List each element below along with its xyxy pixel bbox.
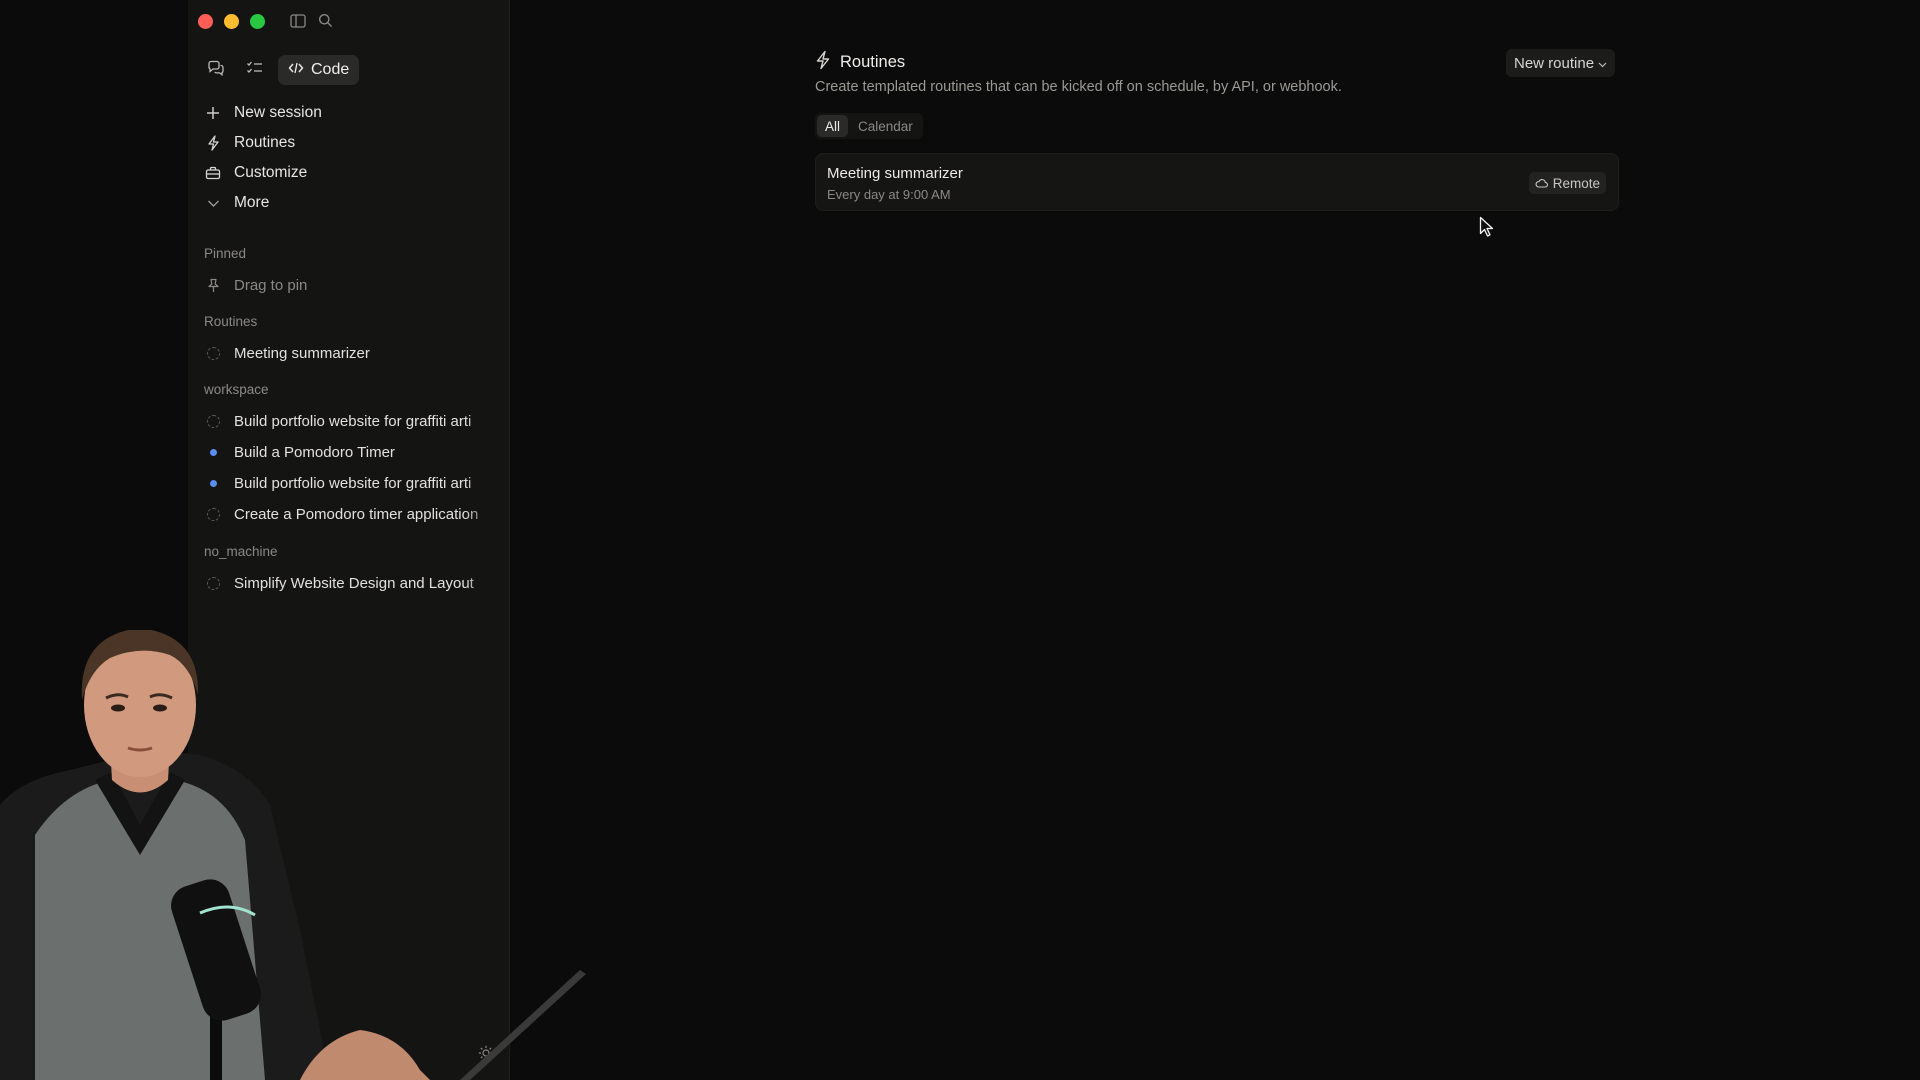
nav-customize[interactable]: Customize [204,158,504,188]
mode-switcher: Code [202,55,360,85]
new-routine-button[interactable]: New routine [1506,49,1616,77]
chat-mode-button[interactable] [202,56,230,84]
nav-item-label: More [234,194,270,211]
window-controls [198,14,265,29]
nav-item-label: Customize [234,164,308,181]
cloud-icon [1535,176,1548,191]
nav-new-session[interactable]: New session [204,98,504,128]
page-subtitle: Create templated routines that can be ki… [815,79,1342,95]
chevron-down-icon [204,199,222,208]
session-item[interactable]: Simplify Website Design and Layout [202,568,502,599]
sidebar-toggle-icon[interactable] [290,13,306,28]
section-label: Pinned [204,246,247,261]
status-active-icon [204,449,222,456]
badge-label: Remote [1552,175,1600,191]
session-item[interactable]: Build a Pomodoro Timer [202,437,502,468]
page-title: Routines [840,53,906,71]
routine-card[interactable]: Meeting summarizer Every day at 9:00 AM … [815,153,1619,211]
primary-nav: New session Routines Customize More [204,98,504,218]
drag-to-pin-dropzone[interactable]: Drag to pin [202,270,502,301]
routines-section: Routines Meeting summarizer [202,314,502,369]
status-idle-icon [204,347,222,360]
session-item[interactable]: Build portfolio website for graffiti art… [202,468,502,499]
checklist-icon [246,60,263,80]
status-idle-icon [204,415,222,428]
session-item[interactable]: Create a Pomodoro timer application [202,499,502,530]
code-mode-label: Code [311,61,350,78]
section-label: Routines [204,314,258,329]
page-header: Routines [815,50,905,75]
status-active-icon [204,480,222,487]
session-title: Simplify Website Design and Layout [234,575,474,592]
session-title: Create a Pomodoro timer application [234,506,479,523]
pinned-section: Pinned Drag to pin [202,246,502,301]
nav-item-label: Routines [234,134,296,151]
mouse-pointer-icon [1479,216,1495,243]
tasks-mode-button[interactable] [240,56,268,84]
no-machine-section: no_machine Simplify Website Design and L… [202,544,502,599]
pin-icon [204,278,222,293]
status-idle-icon [204,577,222,590]
session-title: Build portfolio website for graffiti art… [234,475,472,492]
nav-more[interactable]: More [204,188,504,218]
remote-badge: Remote [1528,172,1606,194]
tab-calendar[interactable]: Calendar [850,115,921,137]
plus-icon [204,106,222,120]
tab-all[interactable]: All [817,115,849,137]
routine-view-tabs: All Calendar [815,113,923,139]
bolt-icon [204,135,222,151]
minimize-window-button[interactable] [224,14,239,29]
session-title: Build portfolio website for graffiti art… [234,413,472,430]
app-screen: Code New session Routines Customize More… [0,0,1920,1080]
nav-routines[interactable]: Routines [204,128,504,158]
titlebar-tools [290,13,333,28]
sidebar-routine-item[interactable]: Meeting summarizer [202,338,502,369]
chevron-down-icon [1598,55,1607,72]
maximize-window-button[interactable] [250,14,265,29]
status-idle-icon [204,508,222,521]
bolt-icon [815,50,831,75]
routine-name: Meeting summarizer [827,165,963,182]
nav-item-label: New session [234,104,322,121]
webcam-presenter-overlay [0,628,600,1080]
close-window-button[interactable] [198,14,213,29]
drag-to-pin-text: Drag to pin [234,277,308,294]
code-mode-button[interactable]: Code [278,55,360,85]
section-label: workspace [204,382,269,397]
session-item[interactable]: Build portfolio website for graffiti art… [202,406,502,437]
workspace-section: workspace Build portfolio website for gr… [202,382,502,530]
code-brackets-icon [288,61,304,80]
search-icon[interactable] [318,13,333,28]
session-title: Meeting summarizer [234,345,370,362]
session-title: Build a Pomodoro Timer [234,444,395,461]
routine-schedule: Every day at 9:00 AM [827,187,951,202]
chat-bubbles-icon [207,60,225,81]
new-routine-label: New routine [1514,54,1595,72]
briefcase-icon [204,166,222,180]
section-label: no_machine [204,544,278,559]
